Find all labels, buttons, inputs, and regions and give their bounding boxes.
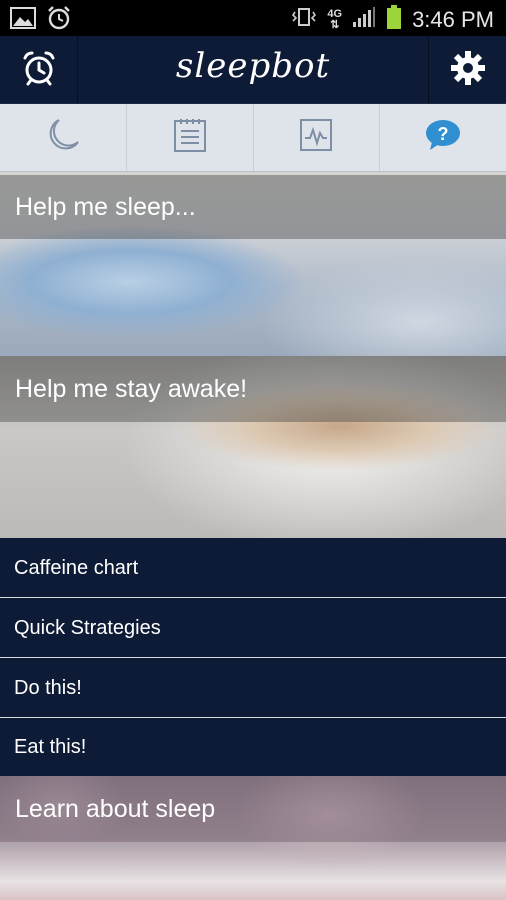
awake-list: Caffeine chart Quick Strategies Do this!… (0, 538, 506, 777)
battery-icon (386, 4, 402, 35)
tab-help[interactable]: ? (380, 104, 506, 171)
help-awake-label: Help me stay awake! (0, 356, 506, 422)
learn-sleep-panel[interactable]: Learn about sleep (0, 776, 506, 900)
learn-sleep-label: Learn about sleep (0, 776, 506, 842)
settings-button[interactable] (428, 36, 506, 104)
list-item-eat-this[interactable]: Eat this! (0, 718, 506, 777)
signal-icon (352, 6, 376, 33)
status-bar: 4G ⇅ 3:46 PM (0, 0, 506, 36)
list-item-quick-strategies[interactable]: Quick Strategies (0, 598, 506, 658)
help-content: Help me sleep... Help me stay awake! Caf… (0, 172, 506, 900)
help-awake-panel[interactable]: Help me stay awake! (0, 356, 506, 538)
network-type: 4G ⇅ (327, 7, 343, 31)
alarm-icon (46, 5, 72, 36)
app-header: sleepbot (0, 36, 506, 104)
vibrate-icon (291, 6, 317, 33)
help-sleep-label: Help me sleep... (0, 175, 506, 239)
svg-text:?: ? (438, 124, 449, 144)
help-icon: ? (424, 118, 462, 157)
gear-icon (449, 49, 487, 92)
chart-icon (299, 118, 333, 157)
list-item-caffeine-chart[interactable]: Caffeine chart (0, 538, 506, 598)
tab-sleep[interactable] (0, 104, 127, 171)
help-sleep-panel[interactable]: Help me sleep... (0, 172, 506, 356)
tab-bar: ? (0, 104, 506, 172)
log-icon (173, 117, 207, 158)
list-item-do-this[interactable]: Do this! (0, 658, 506, 718)
tab-stats[interactable] (254, 104, 381, 171)
image-icon (10, 7, 36, 34)
moon-icon (45, 117, 81, 158)
tab-log[interactable] (127, 104, 254, 171)
clock-time: 3:46 PM (412, 6, 494, 32)
